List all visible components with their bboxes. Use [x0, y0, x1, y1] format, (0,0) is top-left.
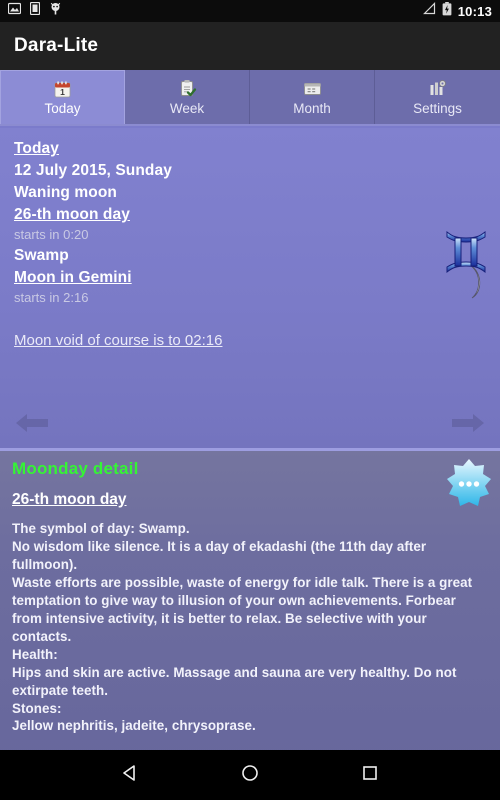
sliders-icon: [428, 79, 447, 99]
tab-week-label: Week: [169, 100, 205, 116]
today-next-button[interactable]: [442, 408, 494, 442]
sd-card-icon: [29, 1, 41, 20]
tab-settings[interactable]: Settings: [375, 70, 500, 124]
today-moon-day-starts: starts in 0:20: [14, 227, 89, 242]
status-bar-clock: 10:13: [457, 3, 492, 19]
detail-title: Moonday detail: [12, 459, 139, 478]
signal-triangle-icon: [422, 2, 436, 20]
calendar-day-icon: 1: [53, 79, 72, 99]
gemini-zodiac-icon: [440, 226, 492, 283]
tab-bar: 1 Today Week Month Settings: [0, 70, 500, 126]
app-title: Dara-Lite: [14, 35, 99, 56]
screenshot-icon: [7, 2, 22, 20]
today-symbol: Swamp: [14, 246, 69, 264]
today-moon-sign[interactable]: Moon in Gemini: [14, 267, 486, 289]
home-button[interactable]: [228, 753, 272, 797]
app-title-bar: Dara-Lite: [0, 22, 500, 70]
tab-week[interactable]: Week: [125, 70, 250, 124]
usb-debug-icon: [49, 2, 62, 20]
recents-square-icon: [360, 763, 380, 788]
tab-today[interactable]: 1 Today: [0, 70, 125, 124]
tab-month[interactable]: Month: [250, 70, 375, 124]
detail-subtitle[interactable]: 26-th moon day: [12, 491, 488, 509]
today-date: 12 July 2015, Sunday: [14, 162, 172, 179]
home-circle-icon: [240, 763, 260, 788]
today-moon-day[interactable]: 26-th moon day: [14, 204, 486, 226]
battery-charging-icon: [442, 1, 452, 21]
back-button[interactable]: [108, 753, 152, 797]
left-arrow-icon: [15, 411, 49, 440]
today-summary-panel: Today 12 July 2015, Sunday Waning moon 2…: [0, 128, 500, 448]
detail-body-text: The symbol of day: Swamp. No wisdom like…: [12, 521, 473, 734]
today-moon-phase: Waning moon: [14, 184, 117, 201]
tab-settings-label: Settings: [413, 100, 462, 116]
status-bar-right-icons: 10:13: [422, 1, 492, 21]
back-triangle-icon: [120, 763, 140, 788]
moonday-detail-panel: Moonday detail 26-th moon day The symbol…: [0, 451, 500, 800]
tab-today-label: Today: [44, 101, 81, 116]
app-screen: 10:13 Dara-Lite 1 Today Week Month Setti…: [0, 0, 500, 800]
status-bar: 10:13: [0, 0, 500, 22]
today-nav-arrows: [0, 404, 500, 448]
clipboard-check-icon: [178, 79, 197, 99]
star-burst-icon: [444, 457, 494, 512]
status-bar-left-icons: [7, 1, 62, 20]
right-arrow-icon: [451, 411, 485, 440]
svg-text:1: 1: [60, 87, 65, 97]
tab-month-label: Month: [293, 100, 331, 116]
system-navigation-bar: [0, 750, 500, 800]
recents-button[interactable]: [348, 753, 392, 797]
today-void-of-course[interactable]: Moon void of course is to 02:16: [14, 332, 486, 349]
today-moon-sign-starts: starts in 2:16: [14, 289, 89, 305]
today-prev-button[interactable]: [6, 408, 58, 442]
calendar-month-icon: [303, 79, 322, 99]
today-heading[interactable]: Today: [14, 138, 486, 160]
